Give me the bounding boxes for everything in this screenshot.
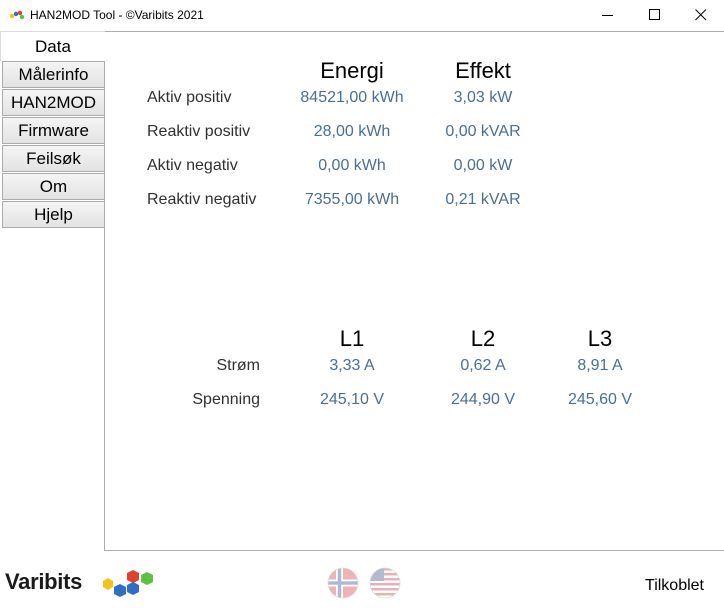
data-panel: [104, 31, 724, 551]
tab-data[interactable]: Data: [0, 31, 105, 61]
value-reaktiv-negativ-effekt: 0,21 kVAR: [445, 191, 521, 208]
maximize-button[interactable]: [632, 0, 678, 30]
value-spenning-l3: 245,60 V: [567, 391, 633, 408]
title-bar[interactable]: HAN2MOD Tool - ©Varibits 2021: [0, 0, 724, 30]
column-header-l3: L3: [587, 326, 613, 351]
logo-text: Varibits: [5, 569, 83, 594]
connection-status: Tilkoblet: [645, 577, 704, 594]
value-spenning-l1: 245,10 V: [319, 391, 385, 408]
value-strom-l1: 3,33 A: [329, 357, 375, 374]
varibits-logo: Varibits: [5, 567, 165, 603]
value-reaktiv-negativ-energi: 7355,00 kWh: [304, 191, 400, 208]
norway-flag-icon[interactable]: [327, 567, 359, 599]
column-header-l2: L2: [470, 326, 496, 351]
window-title: HAN2MOD Tool - ©Varibits 2021: [30, 8, 204, 22]
han2mod-app-icon: [9, 10, 25, 20]
column-header-l1: L1: [339, 326, 365, 351]
row-label-aktiv-positiv: Aktiv positiv: [147, 89, 232, 106]
value-strom-l2: 0,62 A: [460, 357, 506, 374]
value-aktiv-negativ-effekt: 0,00 kW: [453, 157, 513, 174]
row-label-reaktiv-negativ: Reaktiv negativ: [147, 191, 257, 208]
tab-hjelp[interactable]: Hjelp: [2, 201, 105, 228]
value-reaktiv-positiv-effekt: 0,00 kVAR: [445, 123, 521, 140]
tab-malerinfo[interactable]: Målerinfo: [2, 61, 105, 88]
tab-om[interactable]: Om: [2, 173, 105, 200]
close-icon: [695, 9, 707, 21]
close-button[interactable]: [678, 0, 724, 30]
row-label-reaktiv-positiv: Reaktiv positiv: [147, 123, 251, 140]
minimize-button[interactable]: [585, 0, 631, 30]
minimize-icon: [602, 15, 613, 16]
value-aktiv-positiv-effekt: 3,03 kW: [453, 89, 513, 106]
tab-feilsok[interactable]: Feilsøk: [2, 145, 105, 172]
tab-firmware[interactable]: Firmware: [2, 117, 105, 144]
value-strom-l3: 8,91 A: [577, 357, 623, 374]
maximize-icon: [649, 9, 660, 20]
row-label-spenning: Spenning: [192, 391, 260, 408]
column-header-energi: Energi: [320, 58, 384, 83]
value-spenning-l2: 244,90 V: [450, 391, 516, 408]
row-label-strom: Strøm: [216, 357, 260, 374]
row-label-aktiv-negativ: Aktiv negativ: [147, 157, 238, 174]
column-header-effekt: Effekt: [455, 58, 511, 83]
tab-han2mod[interactable]: HAN2MOD: [2, 89, 105, 116]
value-aktiv-positiv-energi: 84521,00 kWh: [300, 89, 404, 106]
value-aktiv-negativ-energi: 0,00 kWh: [318, 157, 386, 174]
usa-flag-icon[interactable]: [369, 567, 401, 599]
varibits-hexagon-icon: [103, 570, 153, 597]
value-reaktiv-positiv-energi: 28,00 kWh: [313, 123, 391, 140]
